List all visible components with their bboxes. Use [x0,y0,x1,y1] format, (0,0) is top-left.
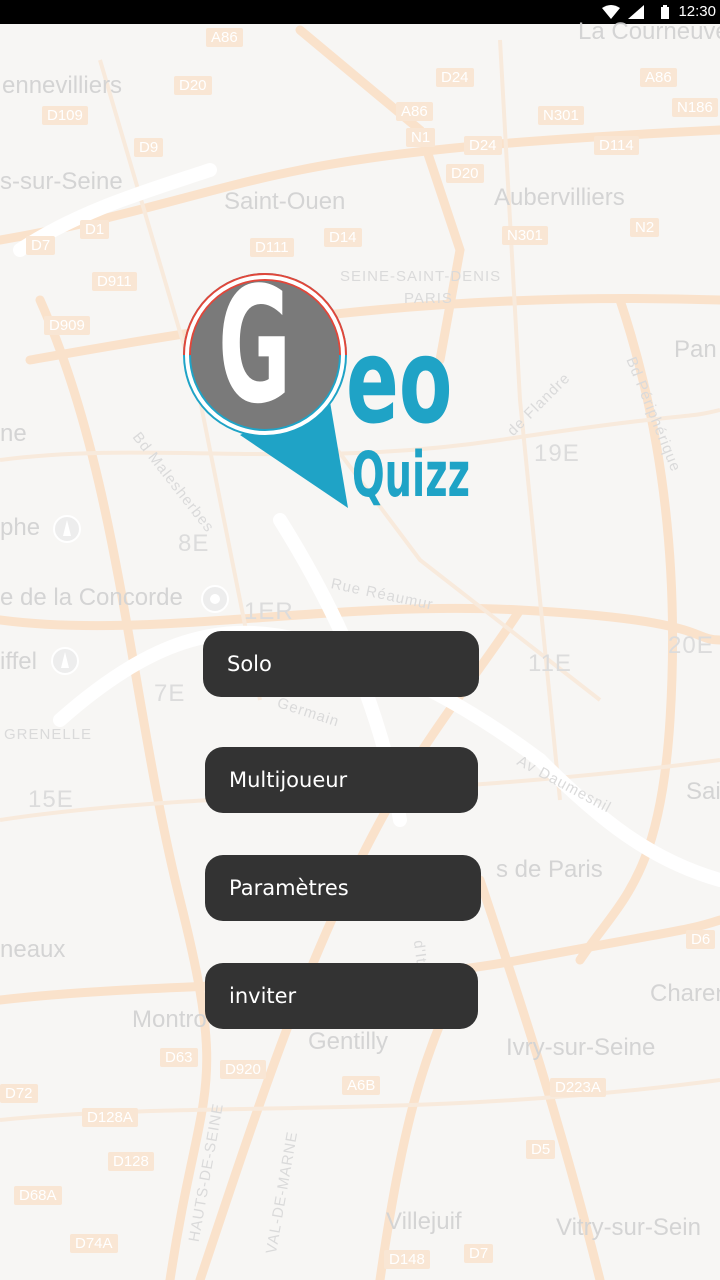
logo-word-quizz: Quizz [352,438,470,511]
invite-button[interactable]: inviter [205,963,478,1029]
multiplayer-button[interactable]: Multijoueur [205,747,478,813]
signal-icon [628,5,644,19]
solo-button[interactable]: Solo [203,631,479,697]
settings-button[interactable]: Paramètres [205,855,481,921]
logo-word-eo: eo [346,312,453,450]
battery-icon [661,5,669,19]
geoquizz-logo: G eo Quizz [180,266,510,520]
wifi-icon [602,5,620,19]
logo-letter-g: G [218,252,292,439]
